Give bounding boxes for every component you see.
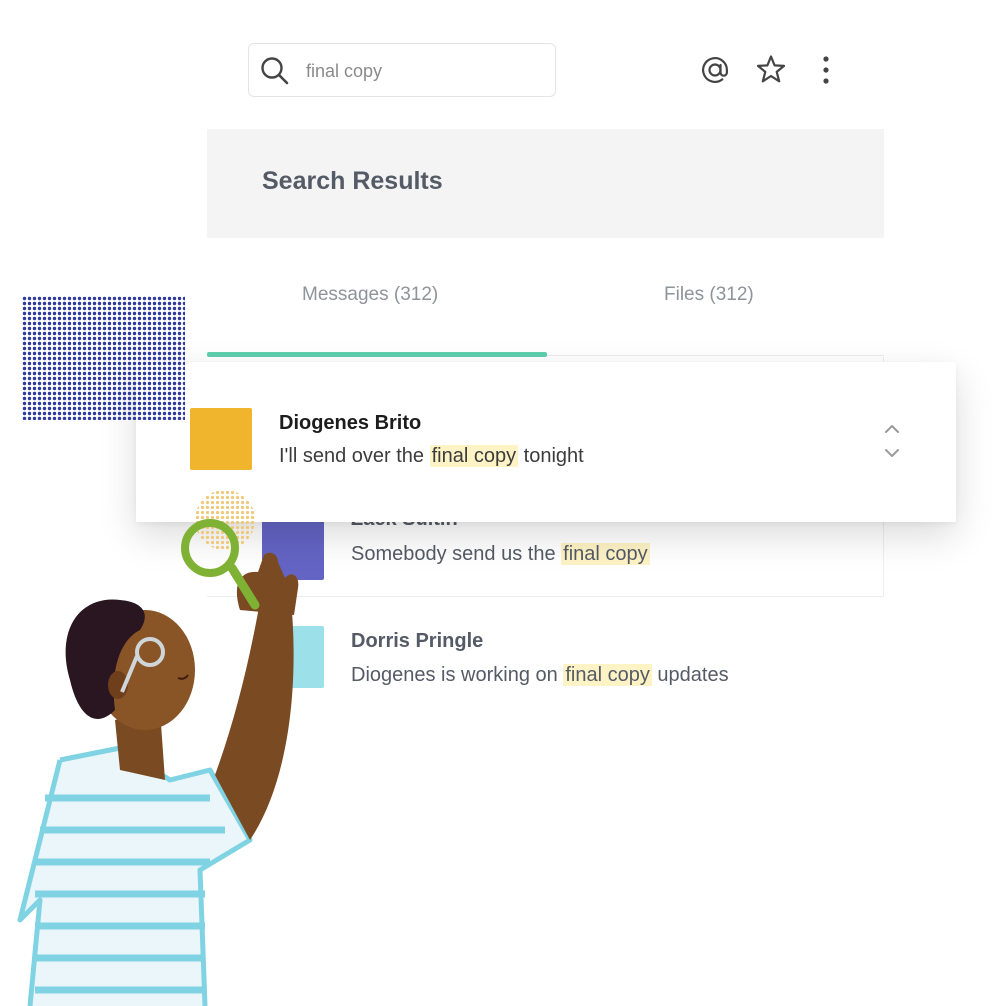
search-results-header: Search Results — [207, 129, 884, 238]
message-text: I'll send over the final copy tonight — [279, 445, 584, 467]
search-highlight: final copy — [561, 543, 650, 565]
at-icon[interactable] — [697, 52, 733, 88]
avatar — [190, 408, 252, 470]
more-vertical-icon[interactable] — [808, 52, 844, 88]
person-with-magnifier-illustration — [17, 490, 299, 1006]
search-input[interactable] — [306, 58, 536, 84]
star-icon[interactable] — [753, 52, 789, 88]
search-highlight: final copy — [563, 664, 652, 686]
list-item[interactable]: Dorris Pringle Diogenes is working on fi… — [262, 626, 884, 696]
page-title: Search Results — [262, 167, 443, 195]
search-highlight: final copy — [429, 445, 519, 467]
chevron-up-down-icon[interactable] — [880, 422, 904, 460]
search-box[interactable] — [248, 43, 556, 97]
sender-name: Dorris Pringle — [351, 630, 484, 652]
tab-files[interactable]: Files (312) — [664, 284, 754, 306]
tab-divider — [547, 355, 884, 356]
sender-name: Diogenes Brito — [279, 412, 422, 434]
message-text: Diogenes is working on final copy update… — [351, 664, 729, 686]
search-icon — [261, 57, 289, 85]
tab-messages[interactable]: Messages (312) — [302, 284, 438, 306]
dot-pattern-decoration — [22, 296, 185, 420]
message-text: Somebody send us the final copy — [351, 543, 650, 565]
